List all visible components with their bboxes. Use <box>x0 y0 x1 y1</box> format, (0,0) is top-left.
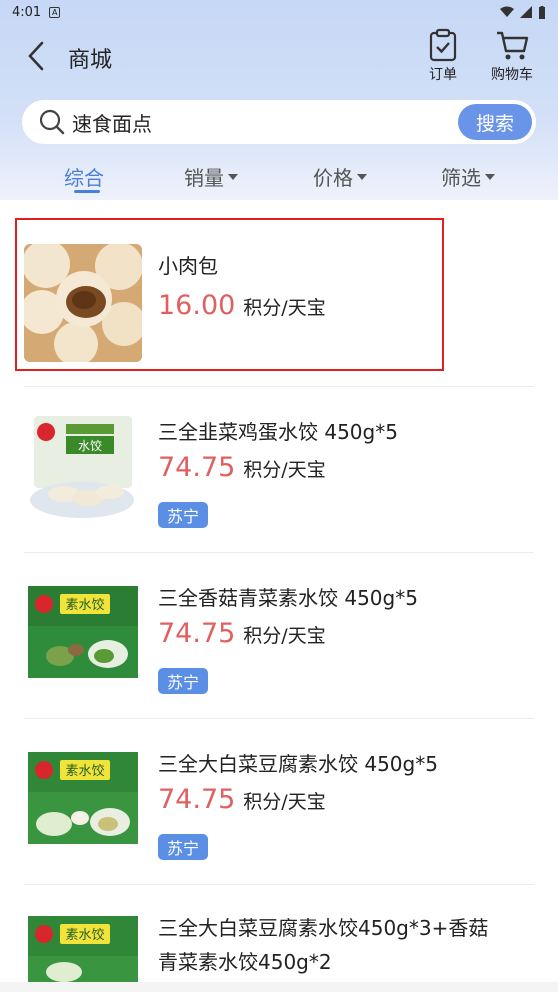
orders-label: 订单 <box>429 67 457 83</box>
cart-button[interactable]: 购物车 <box>482 28 542 84</box>
sort-tab-price[interactable]: 价格 <box>313 162 367 191</box>
product-item[interactable]: 水饺 三全韭菜鸡蛋水饺 450g*5 74.75 积分/天宝 苏宁 <box>0 392 558 552</box>
svg-text:素水饺: 素水饺 <box>65 598 104 613</box>
sort-tab-comprehensive[interactable]: 综合 <box>64 162 104 191</box>
product-price-unit: 积分/天宝 <box>243 791 326 813</box>
signal-icon <box>520 6 532 18</box>
battery-icon <box>539 5 545 19</box>
product-name: 三全香菇青菜素水饺 450g*5 <box>158 586 418 610</box>
product-image-cabbage-tofu-dumplings: 素水饺 <box>24 742 142 860</box>
caret-down-icon <box>228 173 238 180</box>
product-price-unit: 积分/天宝 <box>243 459 326 481</box>
status-bar: 4:01 A <box>0 0 558 24</box>
search-input[interactable]: 速食面点 <box>72 108 152 137</box>
product-price: 74.75 <box>158 618 236 649</box>
caret-down-icon <box>485 173 495 180</box>
divider <box>24 386 534 387</box>
status-time: 4:01 <box>12 4 42 20</box>
source-badge: 苏宁 <box>158 668 208 694</box>
source-badge: 苏宁 <box>158 834 208 860</box>
product-item[interactable]: 素水饺 三全大白菜豆腐素水饺 450g*5 74.75 积分/天宝 苏宁 <box>0 724 558 884</box>
sort-tab-sales[interactable]: 销量 <box>184 162 238 191</box>
caret-down-icon <box>357 173 367 180</box>
divider <box>24 718 534 719</box>
bottom-system-bar <box>0 982 558 992</box>
active-tab-indicator <box>74 190 100 193</box>
product-image-mushroom-dumplings: 素水饺 <box>24 576 142 694</box>
clipboard-check-icon <box>429 28 457 62</box>
product-image-dumplings: 水饺 <box>24 410 142 528</box>
back-button[interactable] <box>26 38 54 74</box>
sort-bar: 综合 销量 价格 筛选 <box>0 156 558 196</box>
product-price-row: 74.75 积分/天宝 <box>158 784 326 815</box>
orders-button[interactable]: 订单 <box>413 28 473 84</box>
svg-text:素水饺: 素水饺 <box>65 928 104 943</box>
wifi-icon <box>500 6 514 17</box>
product-price: 74.75 <box>158 452 236 483</box>
sort-tab-label: 综合 <box>64 166 104 190</box>
product-name-line2: 青菜素水饺450g*2 <box>158 950 332 974</box>
selection-highlight <box>15 218 444 371</box>
divider <box>24 884 534 885</box>
search-icon <box>39 109 65 135</box>
product-name: 三全韭菜鸡蛋水饺 450g*5 <box>158 420 398 444</box>
shopping-cart-icon <box>497 31 529 60</box>
product-item[interactable]: 素水饺 三全大白菜豆腐素水饺450g*3+香菇 青菜素水饺450g*2 <box>0 890 558 982</box>
sort-tab-label: 筛选 <box>441 166 481 190</box>
product-item[interactable]: 素水饺 三全香菇青菜素水饺 450g*5 74.75 积分/天宝 苏宁 <box>0 558 558 718</box>
cart-label: 购物车 <box>491 67 533 83</box>
top-nav: 商城 订单 购物车 <box>0 24 558 96</box>
sort-tab-filter[interactable]: 筛选 <box>441 162 495 191</box>
search-bar[interactable]: 速食面点 搜索 <box>22 100 536 144</box>
divider <box>24 552 534 553</box>
product-name: 三全大白菜豆腐素水饺450g*3+香菇 <box>158 916 489 940</box>
svg-text:水饺: 水饺 <box>78 438 102 453</box>
product-price-row: 74.75 积分/天宝 <box>158 452 326 483</box>
product-image-combo-dumplings: 素水饺 <box>24 906 142 982</box>
source-badge: 苏宁 <box>158 502 208 528</box>
product-name: 三全大白菜豆腐素水饺 450g*5 <box>158 752 438 776</box>
sort-tab-label: 价格 <box>313 166 353 190</box>
product-price-unit: 积分/天宝 <box>243 625 326 647</box>
product-price: 74.75 <box>158 784 236 815</box>
page-title: 商城 <box>68 48 113 73</box>
chevron-left-icon <box>28 41 44 71</box>
svg-text:素水饺: 素水饺 <box>65 764 104 779</box>
sort-tab-label: 销量 <box>184 166 224 190</box>
search-button[interactable]: 搜索 <box>458 104 532 140</box>
product-price-row: 74.75 积分/天宝 <box>158 618 326 649</box>
notification-icon: A <box>49 6 61 18</box>
